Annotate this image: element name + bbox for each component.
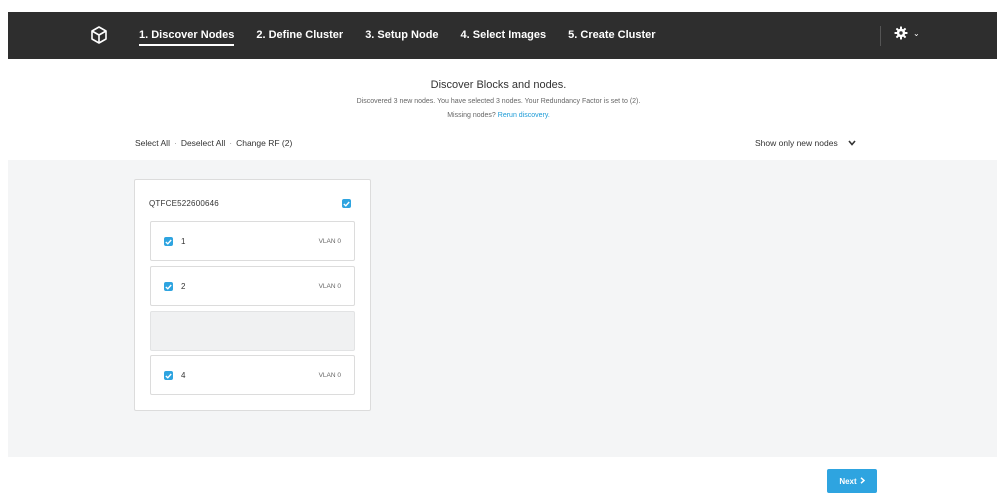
nav-divider (880, 26, 881, 46)
block-serial: QTFCE522600646 (149, 199, 219, 208)
node-row[interactable]: 1 VLAN 0 (150, 221, 355, 261)
missing-nodes-text: Missing nodes? (447, 112, 496, 119)
chevron-right-icon (860, 476, 865, 486)
node-position: 2 (181, 282, 186, 291)
change-rf-link[interactable]: Change RF (2) (236, 138, 292, 148)
step-select-images[interactable]: 4. Select Images (461, 12, 547, 59)
empty-node-slot (150, 311, 355, 351)
node-row[interactable]: 2 VLAN 0 (150, 266, 355, 306)
chevron-down-icon[interactable]: ⌄ (913, 29, 920, 38)
block-checkbox[interactable] (342, 199, 351, 208)
page-title: Discover Blocks and nodes. (430, 79, 567, 91)
selection-actions: Select All · Deselect All · Change RF (2… (135, 138, 292, 148)
step-discover-nodes[interactable]: 1. Discover Nodes (139, 12, 235, 59)
deselect-all-link[interactable]: Deselect All (181, 138, 225, 148)
next-button[interactable]: Next (827, 469, 877, 493)
discovery-summary: Discovered 3 new nodes. You have selecte… (356, 98, 641, 105)
node-checkbox[interactable] (164, 371, 173, 380)
node-vlan: VLAN 0 (318, 283, 341, 290)
cube-icon[interactable] (89, 25, 109, 45)
chevron-down-icon[interactable] (848, 138, 856, 148)
rerun-discovery-link[interactable]: Rerun discovery. (498, 112, 550, 119)
node-checkbox[interactable] (164, 282, 173, 291)
node-vlan: VLAN 0 (318, 238, 341, 245)
next-button-label: Next (839, 476, 857, 486)
separator: · (173, 138, 177, 148)
step-setup-node[interactable]: 3. Setup Node (365, 12, 438, 59)
node-row[interactable]: 4 VLAN 0 (150, 355, 355, 395)
node-filter-dropdown[interactable]: Show only new nodes (755, 138, 856, 148)
node-checkbox[interactable] (164, 237, 173, 246)
node-vlan: VLAN 0 (318, 372, 341, 379)
block-card: QTFCE522600646 1 VLAN 0 2 VLAN 0 4 VLAN … (134, 179, 371, 411)
filter-selected-value: Show only new nodes (755, 138, 838, 148)
missing-nodes-line: Missing nodes? Rerun discovery. (0, 112, 997, 119)
step-define-cluster[interactable]: 2. Define Cluster (256, 12, 343, 59)
top-nav-bar: 1. Discover Nodes 2. Define Cluster 3. S… (8, 12, 997, 59)
separator: · (229, 138, 233, 148)
node-position: 1 (181, 237, 186, 246)
gear-icon[interactable] (894, 26, 908, 40)
settings-menu[interactable]: ⌄ (894, 26, 920, 40)
select-all-link[interactable]: Select All (135, 138, 170, 148)
node-position: 4 (181, 371, 186, 380)
wizard-steps: 1. Discover Nodes 2. Define Cluster 3. S… (139, 12, 678, 59)
step-create-cluster[interactable]: 5. Create Cluster (568, 12, 655, 59)
